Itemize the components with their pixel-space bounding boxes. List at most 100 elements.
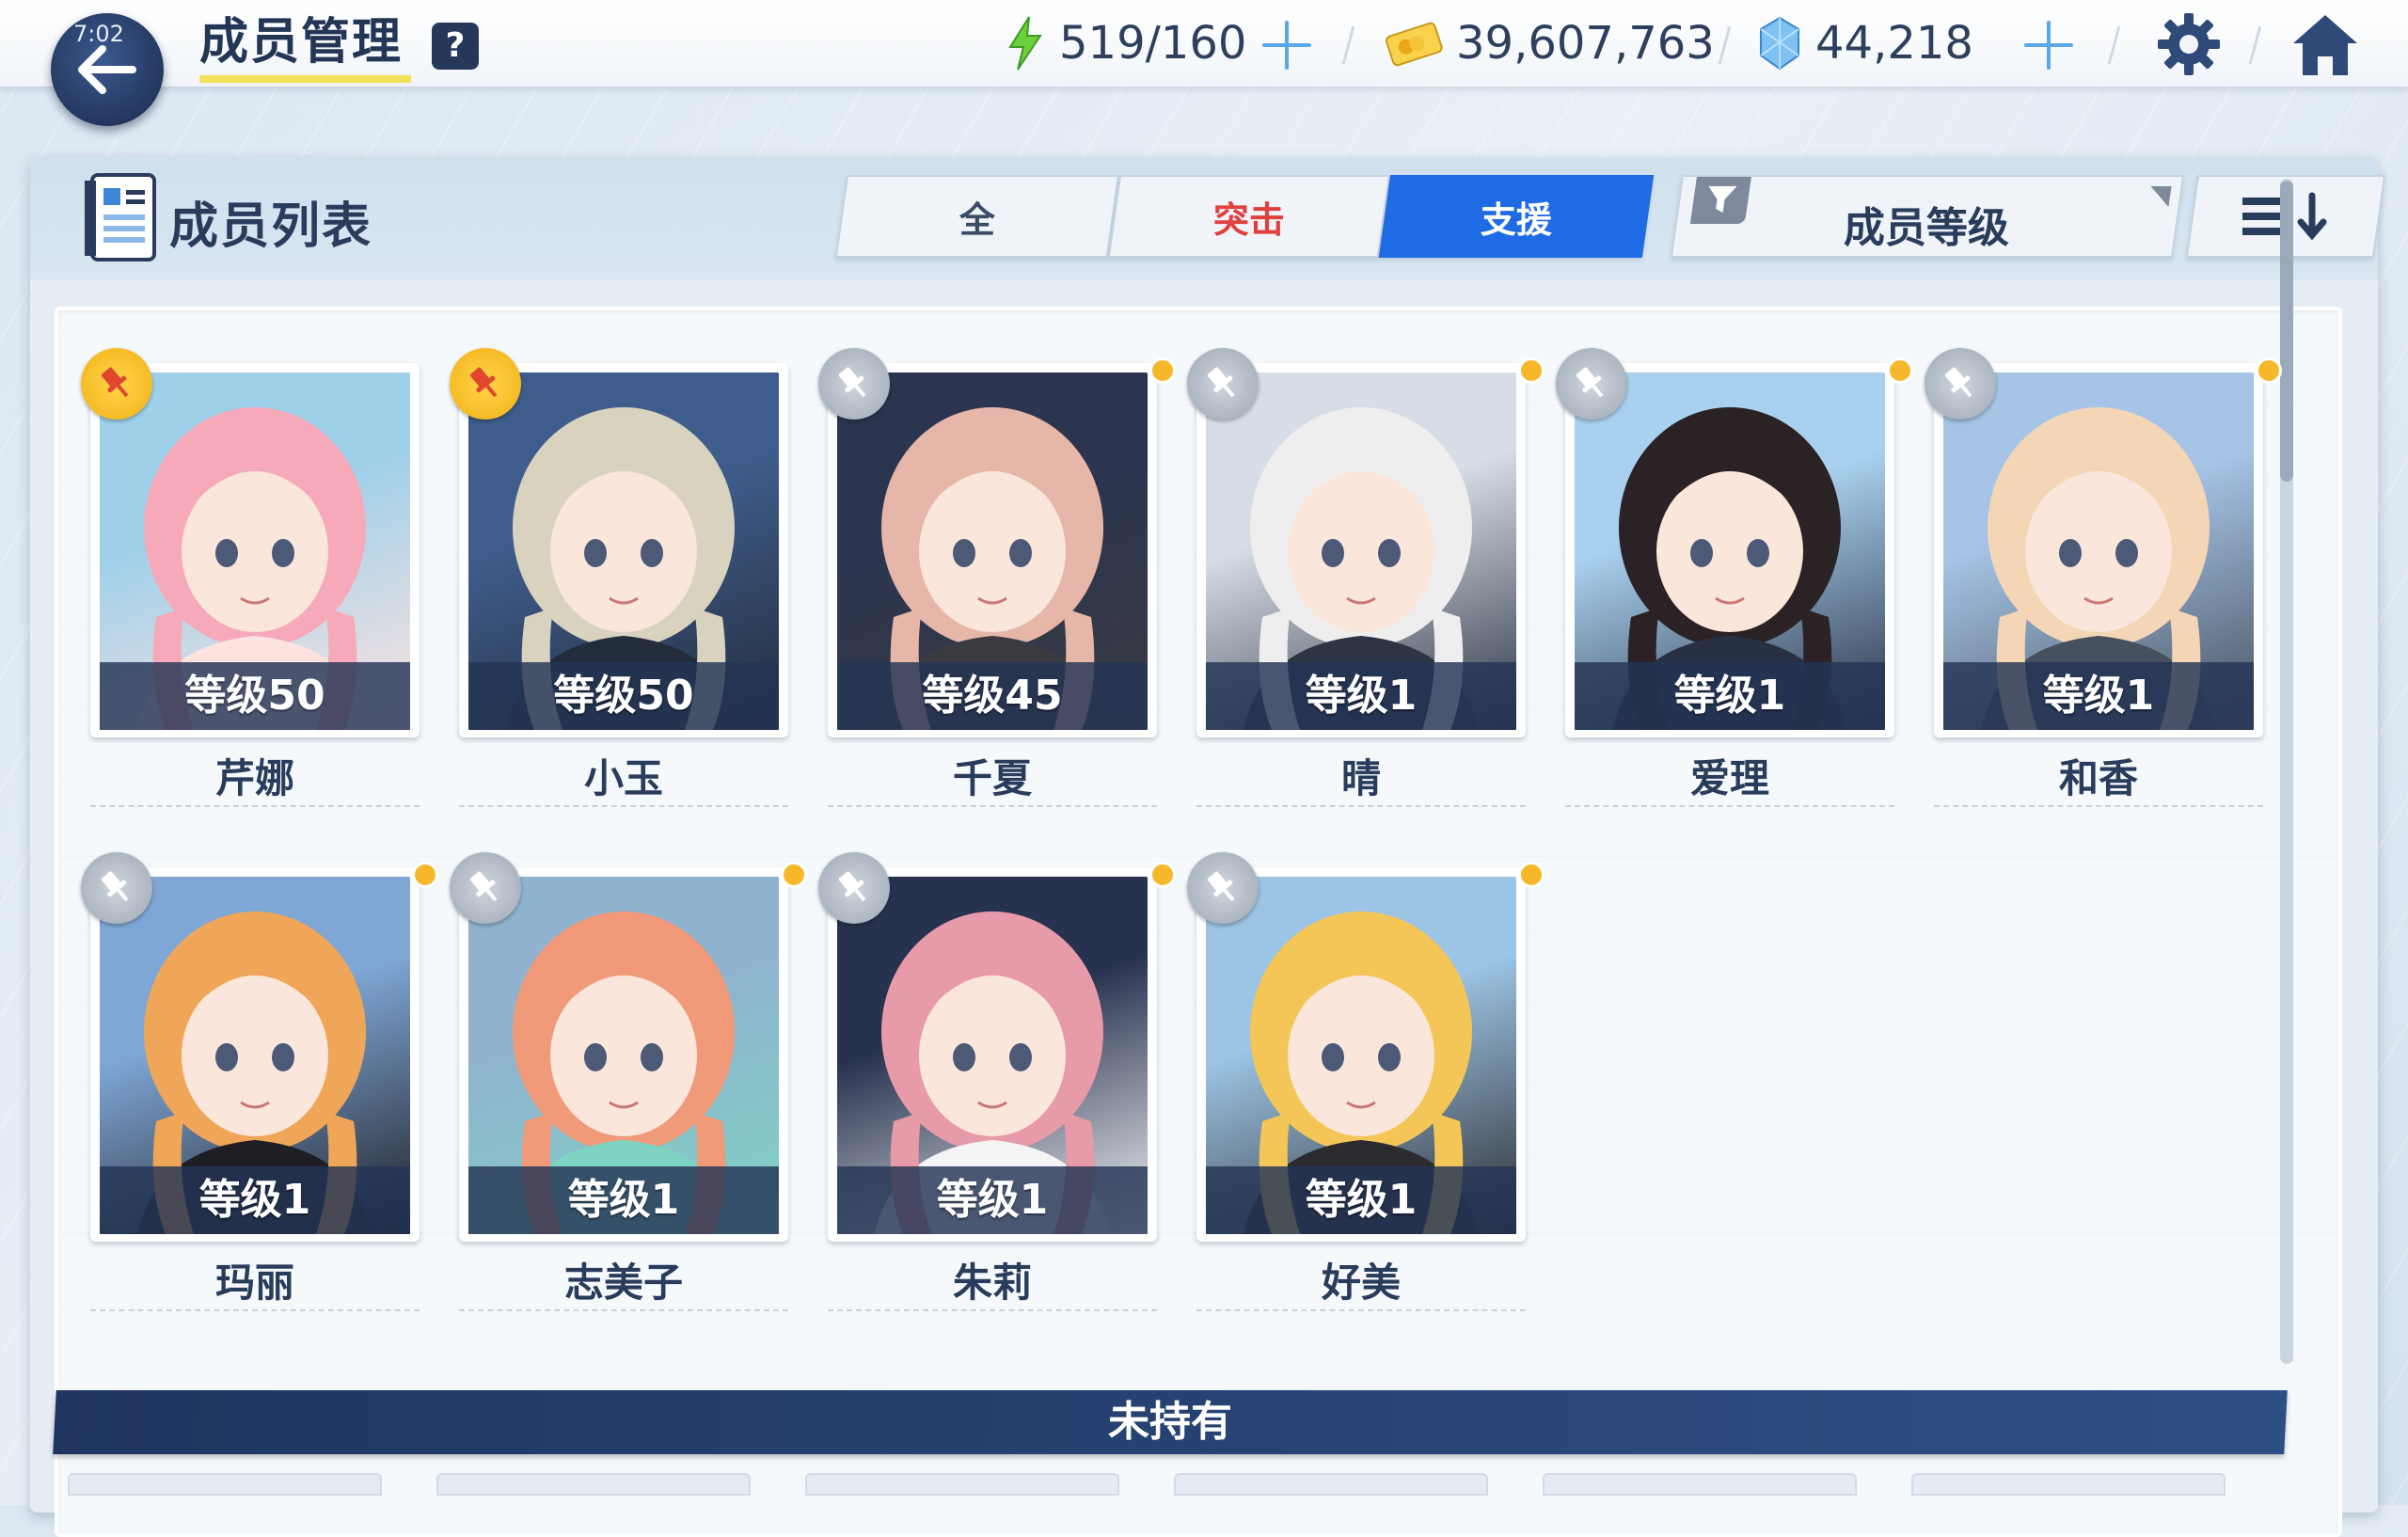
name-divider xyxy=(1565,805,1894,809)
new-indicator-dot xyxy=(1518,357,1545,384)
status-time: 7:02 xyxy=(73,21,124,47)
member-card[interactable]: 等级1 晴 xyxy=(1187,348,1545,807)
member-name: 志美子 xyxy=(563,1260,683,1306)
resource-pyroxene-value: 44,218 xyxy=(1815,17,1973,70)
member-name: 玛丽 xyxy=(214,1260,294,1306)
member-level: 等级1 xyxy=(1943,662,2254,730)
resource-credits-value: 39,607,763 xyxy=(1456,17,1715,70)
new-indicator-dot xyxy=(781,862,807,888)
member-name: 晴 xyxy=(1340,755,1381,801)
pin-button[interactable] xyxy=(818,348,890,420)
resource-ap-value: 519/160 xyxy=(1059,17,1247,70)
new-indicator-dot xyxy=(1149,862,1176,888)
member-list-icon xyxy=(79,167,164,265)
member-name: 朱莉 xyxy=(952,1260,1032,1306)
pin-icon xyxy=(101,367,129,398)
member-card[interactable]: 等级1 爱理 xyxy=(1556,348,1913,807)
member-card[interactable]: 等级45 千夏 xyxy=(818,348,1176,807)
member-name: 爱理 xyxy=(1689,755,1769,801)
tab-support[interactable]: 支援 xyxy=(1378,175,1655,258)
member-card[interactable]: 等级50 芹娜 xyxy=(81,348,420,807)
member-card[interactable]: 等级1 好美 xyxy=(1187,852,1545,1311)
member-card[interactable]: 等级1 志美子 xyxy=(450,852,807,1311)
sort-dropdown[interactable]: 成员等级 xyxy=(1670,175,2185,258)
pin-icon xyxy=(101,871,129,902)
pin-button[interactable] xyxy=(1187,852,1259,924)
pin-button[interactable] xyxy=(450,852,521,924)
new-indicator-dot xyxy=(1887,357,1913,384)
name-divider xyxy=(459,1309,788,1313)
title-underline xyxy=(199,75,411,83)
name-divider xyxy=(1196,1309,1526,1313)
pin-button[interactable] xyxy=(450,348,521,420)
lightning-icon xyxy=(1008,16,1042,71)
tab-all-label: 全 xyxy=(958,198,995,241)
home-button[interactable] xyxy=(2288,9,2363,81)
name-divider xyxy=(90,1309,420,1313)
unowned-section-header: 未持有 xyxy=(53,1390,2288,1454)
member-card[interactable]: 等级1 和香 xyxy=(1925,348,2282,807)
tab-striker[interactable]: 突击 xyxy=(1107,175,1391,258)
new-indicator-dot xyxy=(412,862,438,888)
member-name: 芹娜 xyxy=(214,755,294,801)
page-title-wrap: 成员管理 xyxy=(199,9,411,83)
tab-support-label: 支援 xyxy=(1480,198,1552,241)
pin-icon xyxy=(1207,367,1235,398)
name-divider xyxy=(828,805,1157,809)
name-divider xyxy=(1196,805,1526,809)
member-name: 和香 xyxy=(2058,755,2138,801)
member-card[interactable]: 等级50 小玉 xyxy=(450,348,788,807)
page-title: 成员管理 xyxy=(199,14,404,71)
member-level: 等级45 xyxy=(837,662,1148,730)
pin-button[interactable] xyxy=(81,852,152,924)
unowned-label: 未持有 xyxy=(1108,1398,1232,1446)
pin-button[interactable] xyxy=(1187,348,1259,420)
member-level: 等级1 xyxy=(1206,662,1516,730)
member-level: 等级1 xyxy=(837,1166,1148,1234)
member-name: 好美 xyxy=(1321,1260,1401,1306)
member-name: 小玉 xyxy=(583,755,663,801)
member-level: 等级50 xyxy=(468,662,779,730)
pin-icon xyxy=(1576,367,1604,398)
member-level: 等级1 xyxy=(1575,662,1885,730)
pin-button[interactable] xyxy=(1925,348,1996,420)
dropdown-corner-icon xyxy=(2147,186,2172,207)
pin-icon xyxy=(469,871,498,902)
pin-button[interactable] xyxy=(1556,348,1627,420)
member-card[interactable]: 等级1 朱莉 xyxy=(818,852,1176,1311)
settings-button[interactable] xyxy=(2154,9,2224,79)
tab-all[interactable]: 全 xyxy=(834,175,1120,258)
scrollbar-thumb[interactable] xyxy=(2280,181,2293,482)
pin-icon xyxy=(469,367,498,398)
pin-icon xyxy=(1944,367,1972,398)
member-level: 等级1 xyxy=(100,1166,410,1234)
pin-button[interactable] xyxy=(81,348,152,420)
resource-ap: 519/160 xyxy=(1005,13,1246,73)
sort-dropdown-label: 成员等级 xyxy=(1843,204,2009,252)
pyroxene-gem-icon xyxy=(1760,16,1799,71)
name-divider xyxy=(459,805,788,809)
pin-button[interactable] xyxy=(818,852,890,924)
member-level: 等级1 xyxy=(468,1166,779,1234)
unowned-cards-peek xyxy=(68,1473,2288,1496)
new-indicator-dot xyxy=(2256,357,2282,384)
credit-card-icon xyxy=(1385,22,1443,67)
member-level: 等级1 xyxy=(1206,1166,1516,1234)
panel-title: 成员列表 xyxy=(169,198,373,255)
member-name: 千夏 xyxy=(952,755,1032,801)
name-divider xyxy=(90,805,420,809)
name-divider xyxy=(1934,805,2263,809)
pin-icon xyxy=(838,367,866,398)
resource-pyroxene: 44,218 xyxy=(1757,13,1973,73)
member-card[interactable]: 等级1 玛丽 xyxy=(81,852,438,1311)
tab-striker-label: 突击 xyxy=(1212,198,1285,241)
pin-icon xyxy=(1207,871,1235,902)
arrow-left-icon xyxy=(78,45,136,94)
gear-icon xyxy=(2158,13,2220,75)
add-pyroxene-button[interactable] xyxy=(2020,17,2077,73)
name-divider xyxy=(828,1309,1157,1313)
home-icon xyxy=(2293,15,2357,75)
help-button[interactable]: ? xyxy=(432,23,479,70)
pin-icon xyxy=(838,871,866,902)
add-ap-button[interactable] xyxy=(1259,17,1315,73)
